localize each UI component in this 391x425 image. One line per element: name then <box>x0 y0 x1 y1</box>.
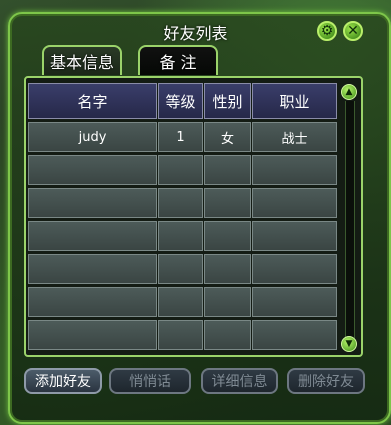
table-cell-level[interactable] <box>158 188 203 218</box>
add-friend-button[interactable]: 添加好友 <box>24 368 102 394</box>
tab-notes[interactable]: 备 注 <box>138 45 218 75</box>
close-icon: ✕ <box>347 23 359 39</box>
table-cell-name[interactable] <box>28 254 157 284</box>
settings-button[interactable]: ⚙ <box>317 21 337 41</box>
table-cell-gender[interactable]: 女 <box>204 122 251 152</box>
close-button[interactable]: ✕ <box>343 21 363 41</box>
tab-basic-info[interactable]: 基本信息 <box>42 45 122 75</box>
table-cell-level[interactable] <box>158 287 203 317</box>
table-cell-gender[interactable] <box>204 254 251 284</box>
table-cell-level[interactable] <box>158 155 203 185</box>
table-cell-level[interactable] <box>158 320 203 350</box>
column-header-gender: 性别 <box>204 83 251 119</box>
table-cell-gender[interactable] <box>204 155 251 185</box>
table-cell-name[interactable] <box>28 188 157 218</box>
column-header-level: 等级 <box>158 83 203 119</box>
column-header-name: 名字 <box>28 83 157 119</box>
table-cell-gender[interactable] <box>204 188 251 218</box>
column-header-class: 职业 <box>252 83 337 119</box>
table-cell-gender[interactable] <box>204 221 251 251</box>
delete-friend-button[interactable]: 删除好友 <box>287 368 365 394</box>
table-cell-class[interactable] <box>252 155 337 185</box>
table-cell-gender[interactable] <box>204 287 251 317</box>
table-cell-class[interactable] <box>252 320 337 350</box>
table-cell-name[interactable] <box>28 320 157 350</box>
scroll-down-button[interactable]: ▼ <box>341 336 357 352</box>
table-cell-gender[interactable] <box>204 320 251 350</box>
table-cell-name[interactable] <box>28 287 157 317</box>
table-cell-level[interactable]: 1 <box>158 122 203 152</box>
scrollbar-track[interactable] <box>345 101 355 338</box>
table-cell-class[interactable] <box>252 221 337 251</box>
arrow-up-icon: ▲ <box>345 86 353 97</box>
arrow-down-icon: ▼ <box>345 338 353 349</box>
table-cell-name[interactable] <box>28 221 157 251</box>
details-button[interactable]: 详细信息 <box>201 368 278 394</box>
scroll-up-button[interactable]: ▲ <box>341 84 357 100</box>
table-cell-level[interactable] <box>158 254 203 284</box>
table-cell-name[interactable] <box>28 155 157 185</box>
table-cell-name[interactable]: judy <box>28 122 157 152</box>
table-cell-class[interactable] <box>252 287 337 317</box>
table-cell-class[interactable] <box>252 188 337 218</box>
table-cell-class[interactable]: 战士 <box>252 122 337 152</box>
whisper-button[interactable]: 悄悄话 <box>109 368 191 394</box>
table-cell-level[interactable] <box>158 221 203 251</box>
table-cell-class[interactable] <box>252 254 337 284</box>
gear-icon: ⚙ <box>320 23 334 39</box>
